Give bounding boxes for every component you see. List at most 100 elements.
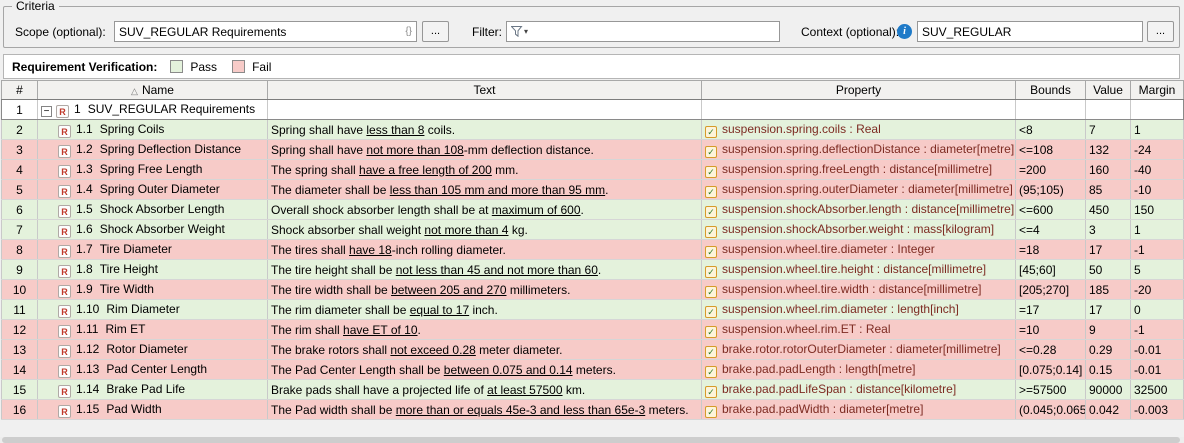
- value-cell[interactable]: 0.15: [1086, 360, 1131, 380]
- text-cell[interactable]: The Pad width shall be more than or equa…: [268, 400, 702, 420]
- bounds-cell[interactable]: (95;105): [1016, 180, 1086, 200]
- header-property[interactable]: Property: [702, 81, 1016, 100]
- name-cell[interactable]: R1.8Tire Height: [38, 260, 268, 280]
- property-cell[interactable]: ✓suspension.spring.outerDiameter : diame…: [702, 180, 1016, 200]
- table-row[interactable]: 2R1.1Spring CoilsSpring shall have less …: [2, 120, 1184, 140]
- value-cell[interactable]: 160: [1086, 160, 1131, 180]
- text-cell[interactable]: The rim diameter shall be equal to 17 in…: [268, 300, 702, 320]
- row-number-cell[interactable]: 2: [2, 120, 38, 140]
- name-cell[interactable]: R1.11Rim ET: [38, 320, 268, 340]
- bounds-cell[interactable]: =18: [1016, 240, 1086, 260]
- header-bounds[interactable]: Bounds: [1016, 81, 1086, 100]
- table-row[interactable]: 16R1.15Pad WidthThe Pad width shall be m…: [2, 400, 1184, 420]
- margin-cell[interactable]: -1: [1131, 320, 1184, 340]
- margin-cell[interactable]: -24: [1131, 140, 1184, 160]
- bounds-cell[interactable]: [1016, 100, 1086, 120]
- value-cell[interactable]: 450: [1086, 200, 1131, 220]
- margin-cell[interactable]: 1: [1131, 220, 1184, 240]
- margin-cell[interactable]: -0.01: [1131, 340, 1184, 360]
- property-cell[interactable]: ✓suspension.wheel.rim.diameter : length[…: [702, 300, 1016, 320]
- bounds-cell[interactable]: [45;60]: [1016, 260, 1086, 280]
- property-cell[interactable]: ✓suspension.spring.freeLength : distance…: [702, 160, 1016, 180]
- property-cell[interactable]: ✓suspension.wheel.tire.width : distance[…: [702, 280, 1016, 300]
- name-cell[interactable]: R1.9Tire Width: [38, 280, 268, 300]
- margin-cell[interactable]: [1131, 100, 1184, 120]
- table-row[interactable]: 4R1.3Spring Free LengthThe spring shall …: [2, 160, 1184, 180]
- margin-cell[interactable]: 0: [1131, 300, 1184, 320]
- name-cell[interactable]: R1.14Brake Pad Life: [38, 380, 268, 400]
- table-row[interactable]: 1−R1SUV_REGULAR Requirements: [2, 100, 1184, 120]
- header-value[interactable]: Value: [1086, 81, 1131, 100]
- table-row[interactable]: 7R1.6Shock Absorber WeightShock absorber…: [2, 220, 1184, 240]
- name-cell[interactable]: R1.3Spring Free Length: [38, 160, 268, 180]
- bounds-cell[interactable]: <=0.28: [1016, 340, 1086, 360]
- bounds-cell[interactable]: [0.075;0.14]: [1016, 360, 1086, 380]
- header-name[interactable]: △Name: [38, 81, 268, 100]
- info-icon[interactable]: i: [897, 24, 912, 39]
- text-cell[interactable]: Brake pads shall have a projected life o…: [268, 380, 702, 400]
- table-row[interactable]: 9R1.8Tire HeightThe tire height shall be…: [2, 260, 1184, 280]
- name-cell[interactable]: R1.2Spring Deflection Distance: [38, 140, 268, 160]
- text-cell[interactable]: Overall shock absorber length shall be a…: [268, 200, 702, 220]
- property-cell[interactable]: ✓suspension.shockAbsorber.weight : mass[…: [702, 220, 1016, 240]
- row-number-cell[interactable]: 11: [2, 300, 38, 320]
- pass-checkbox[interactable]: [170, 60, 183, 73]
- value-cell[interactable]: 0.29: [1086, 340, 1131, 360]
- value-cell[interactable]: 90000: [1086, 380, 1131, 400]
- scope-browse-button[interactable]: ...: [422, 21, 449, 42]
- margin-cell[interactable]: -20: [1131, 280, 1184, 300]
- name-cell[interactable]: R1.12Rotor Diameter: [38, 340, 268, 360]
- property-cell[interactable]: [702, 100, 1016, 120]
- property-cell[interactable]: ✓suspension.shockAbsorber.length : dista…: [702, 200, 1016, 220]
- row-number-cell[interactable]: 5: [2, 180, 38, 200]
- text-cell[interactable]: [268, 100, 702, 120]
- property-cell[interactable]: ✓brake.rotor.rotorOuterDiameter : diamet…: [702, 340, 1016, 360]
- name-cell[interactable]: R1.6Shock Absorber Weight: [38, 220, 268, 240]
- text-cell[interactable]: Shock absorber shall weight not more tha…: [268, 220, 702, 240]
- row-number-cell[interactable]: 7: [2, 220, 38, 240]
- row-number-cell[interactable]: 4: [2, 160, 38, 180]
- header-number[interactable]: #: [2, 81, 38, 100]
- text-cell[interactable]: Spring shall have less than 8 coils.: [268, 120, 702, 140]
- row-number-cell[interactable]: 9: [2, 260, 38, 280]
- text-cell[interactable]: The brake rotors shall not exceed 0.28 m…: [268, 340, 702, 360]
- context-input[interactable]: [922, 25, 1138, 39]
- filter-icon[interactable]: ▾: [511, 26, 528, 37]
- table-row[interactable]: 13R1.12Rotor DiameterThe brake rotors sh…: [2, 340, 1184, 360]
- property-cell[interactable]: ✓suspension.spring.coils : Real: [702, 120, 1016, 140]
- table-row[interactable]: 11R1.10Rim DiameterThe rim diameter shal…: [2, 300, 1184, 320]
- table-row[interactable]: 3R1.2Spring Deflection DistanceSpring sh…: [2, 140, 1184, 160]
- value-cell[interactable]: 50: [1086, 260, 1131, 280]
- text-cell[interactable]: The spring shall have a free length of 2…: [268, 160, 702, 180]
- name-cell[interactable]: R1.1Spring Coils: [38, 120, 268, 140]
- text-cell[interactable]: The Pad Center Length shall be between 0…: [268, 360, 702, 380]
- name-cell[interactable]: R1.5Shock Absorber Length: [38, 200, 268, 220]
- row-number-cell[interactable]: 16: [2, 400, 38, 420]
- row-number-cell[interactable]: 14: [2, 360, 38, 380]
- table-row[interactable]: 14R1.13Pad Center LengthThe Pad Center L…: [2, 360, 1184, 380]
- bounds-cell[interactable]: >=57500: [1016, 380, 1086, 400]
- row-number-cell[interactable]: 10: [2, 280, 38, 300]
- name-cell[interactable]: R1.4Spring Outer Diameter: [38, 180, 268, 200]
- value-cell[interactable]: 9: [1086, 320, 1131, 340]
- collapse-icon[interactable]: −: [41, 106, 52, 117]
- row-number-cell[interactable]: 13: [2, 340, 38, 360]
- margin-cell[interactable]: -0.01: [1131, 360, 1184, 380]
- row-number-cell[interactable]: 6: [2, 200, 38, 220]
- name-cell[interactable]: R1.15Pad Width: [38, 400, 268, 420]
- value-cell[interactable]: 3: [1086, 220, 1131, 240]
- value-cell[interactable]: 85: [1086, 180, 1131, 200]
- property-cell[interactable]: ✓brake.pad.padLength : length[metre]: [702, 360, 1016, 380]
- margin-cell[interactable]: -1: [1131, 240, 1184, 260]
- margin-cell[interactable]: 1: [1131, 120, 1184, 140]
- value-cell[interactable]: 7: [1086, 120, 1131, 140]
- context-browse-button[interactable]: ...: [1147, 21, 1174, 42]
- bounds-cell[interactable]: <8: [1016, 120, 1086, 140]
- row-number-cell[interactable]: 3: [2, 140, 38, 160]
- table-row[interactable]: 6R1.5Shock Absorber LengthOverall shock …: [2, 200, 1184, 220]
- row-number-cell[interactable]: 8: [2, 240, 38, 260]
- row-number-cell[interactable]: 12: [2, 320, 38, 340]
- margin-cell[interactable]: -10: [1131, 180, 1184, 200]
- scope-input[interactable]: [119, 25, 402, 39]
- row-number-cell[interactable]: 15: [2, 380, 38, 400]
